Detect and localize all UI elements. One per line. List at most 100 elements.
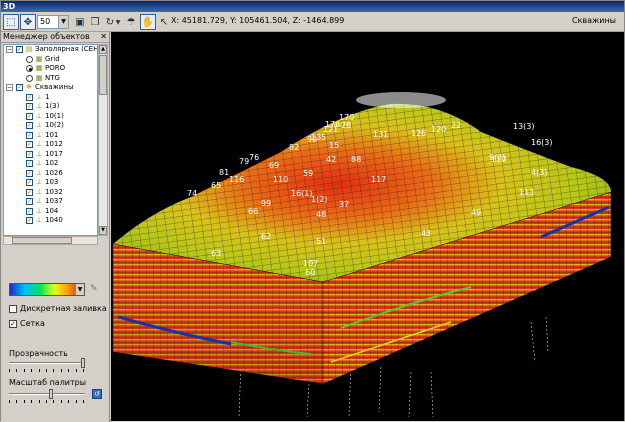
tree-item[interactable]: ✓ ⊥ 1037 [4,197,97,207]
palette-edit-button[interactable]: ✎ [90,284,102,296]
slider-thumb[interactable] [81,358,85,368]
well-label: 76 [249,153,259,162]
model-canvas: 79 766581116667469829011099135121 281516(1… [112,92,612,418]
tree-item[interactable]: − ✓ ⛯ Скважины [4,83,97,93]
tree-checkbox[interactable]: ✓ [16,46,23,53]
palette-scale-slider[interactable] [9,389,85,403]
grid-lines-checkbox[interactable]: ✓ Сетка [9,319,45,328]
checkbox-box[interactable]: ✓ [9,319,17,328]
tree-checkbox[interactable]: ✓ [26,112,33,120]
tree-item[interactable]: ✓ ⊥ 1026 [4,169,97,179]
tree-item[interactable]: ✓ ⊥ 104 [4,207,97,217]
tree-radio[interactable] [26,74,33,82]
well-label: 13(3) [513,122,535,131]
tree-item[interactable]: ✓ ⊥ 1040 [4,216,97,226]
well-label: 65 [211,181,221,190]
well-icon: ⊥ [35,187,43,196]
collapse-icon[interactable]: − [6,46,13,53]
tree-item[interactable]: ✓ ⊥ 1032 [4,188,97,198]
tree-checkbox[interactable]: ✓ [26,93,33,101]
well-label: 82 [289,143,299,152]
app-window: 3D ⬚ ✥ 50 ▼ ▣ ❐ ↻ ▼ ☂ ✋ ↖ X: 45181.729, Y… [0,0,625,422]
scroll-down-icon[interactable]: ▼ [99,226,107,235]
collapse-icon[interactable]: − [6,84,13,91]
tree-checkbox[interactable]: ✓ [26,141,33,148]
tree-checkbox[interactable]: ✓ [26,150,33,158]
object-tree[interactable]: − ✓ ▤ Заполярная (СЕНО ▦ Grid ▦ PORO ▦ NTG − ✓ ⛯ Сква… [3,44,98,236]
pointer-tool-button[interactable]: ↖ [156,14,172,30]
tree-vertical-scrollbar[interactable]: ▲ ▼ [98,44,108,236]
slider-tick [83,400,84,403]
well-label: 110 [273,175,288,184]
tree-item-label: 101 [45,130,59,139]
copy-view-button[interactable]: ❐ [87,14,103,30]
tree-item[interactable]: ▦ Grid [4,55,97,65]
tree-item-label: 10(1) [45,111,64,120]
well-icon: ⊥ [35,216,43,224]
well-icon: ⊥ [35,92,43,101]
tree-item-label: 1040 [45,216,63,224]
zoom-select[interactable]: 50 ▼ [37,15,69,29]
transparency-label: Прозрачность [9,349,68,358]
slider-thumb[interactable] [48,389,53,399]
tree-radio[interactable] [26,55,33,63]
tree-item-label: 1026 [45,168,63,177]
select-tool-button[interactable]: ⬚ [3,14,19,30]
tree-item[interactable]: ✓ ⊥ 10(1) [4,112,97,122]
scroll-thumb[interactable] [12,237,72,244]
scroll-up-icon[interactable]: ▲ [99,45,107,54]
apply-scale-button[interactable]: ↺ [92,389,102,399]
well-label: 74 [187,189,197,198]
tree-checkbox[interactable]: ✓ [26,207,33,215]
checkbox-box[interactable] [9,304,17,313]
tree-item[interactable]: ▦ PORO [4,64,97,74]
well-label: 15 [329,141,339,150]
tree-item[interactable]: ✓ ⊥ 102 [4,159,97,169]
light-button[interactable]: ☂ [123,14,139,30]
transparency-slider[interactable] [9,358,85,372]
well-label: 59 [303,169,313,178]
refresh-dropdown[interactable]: ▼ [114,14,122,30]
tree-item[interactable]: ✓ ⊥ 1 [4,93,97,103]
slider-tick [9,369,10,372]
well-label: 37 [339,200,349,209]
slider-tick [53,369,55,372]
tree-item[interactable]: ▦ NTG [4,74,97,84]
tree-item[interactable]: ✓ ⊥ 1(3) [4,102,97,112]
tree-horizontal-scrollbar[interactable] [3,236,98,245]
tree-checkbox[interactable]: ✓ [26,179,33,186]
tree-checkbox[interactable]: ✓ [26,160,33,167]
tree-checkbox[interactable]: ✓ [26,217,33,224]
slider-tick [53,400,55,403]
close-icon[interactable]: ✕ [100,32,107,42]
refresh-icon: ↻ [105,16,115,28]
tree-checkbox[interactable]: ✓ [26,169,33,177]
pan-tool-button[interactable]: ✋ [140,14,156,30]
rotate-tool-button[interactable]: ✥ [20,14,36,30]
tree-item[interactable]: ✓ ⊥ 103 [4,178,97,188]
fit-view-button[interactable]: ▣ [72,14,88,30]
tree-checkbox[interactable]: ✓ [26,122,33,129]
tree-item[interactable]: ✓ ⊥ 1017 [4,150,97,160]
palette-select[interactable]: ▼ [9,283,85,296]
tree-item[interactable]: ✓ ⊥ 1012 [4,140,97,150]
tree-radio[interactable] [26,65,33,72]
discrete-fill-checkbox[interactable]: Дискретная заливка [9,304,107,313]
tree-item[interactable]: ✓ ⊥ 10(2) [4,121,97,131]
tree-item-label: 1012 [45,140,63,148]
tree-checkbox[interactable]: ✓ [16,84,23,91]
tree-item[interactable]: − ✓ ▤ Заполярная (СЕНО [4,45,97,55]
well-icon: ⊥ [35,111,43,120]
tree-checkbox[interactable]: ✓ [26,198,33,205]
well-label: 66 [248,207,258,216]
well-icon: ⊥ [35,178,43,186]
well-label: 126 [411,129,426,138]
well-label: 113 [519,188,534,197]
tree-checkbox[interactable]: ✓ [26,131,33,139]
tree-checkbox[interactable]: ✓ [26,103,33,110]
3d-viewport[interactable]: 79 76 65 81 116 66 74 69 82 90 110 99 135 121 28 15 16(1… [111,32,624,421]
slider-tick [23,400,25,403]
scroll-thumb[interactable] [99,55,107,95]
tree-checkbox[interactable]: ✓ [26,188,33,196]
tree-item[interactable]: ✓ ⊥ 101 [4,131,97,141]
